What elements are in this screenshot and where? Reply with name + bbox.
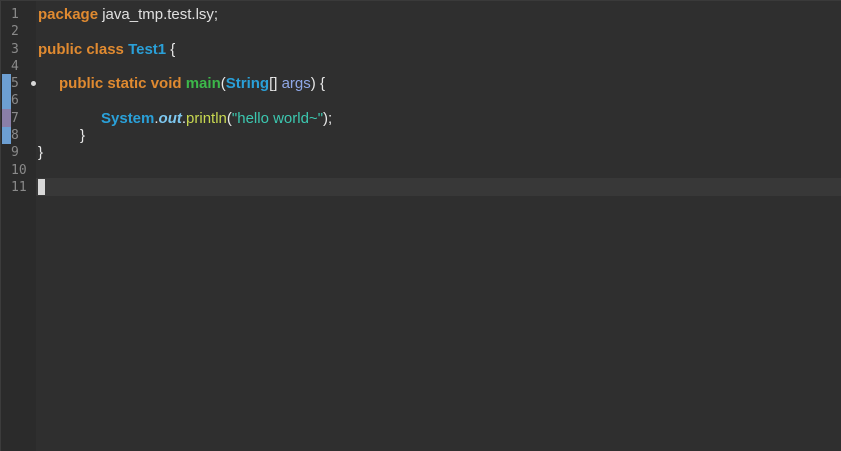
current-line-highlight xyxy=(36,178,841,196)
code-line-1[interactable]: package java_tmp.test.lsy; xyxy=(38,6,218,23)
array-brackets: [] xyxy=(269,75,282,92)
code-line-3[interactable]: public class Test1 { xyxy=(38,41,175,58)
code-line-7[interactable]: System.out.println("hello world~"); xyxy=(101,110,332,127)
line-number: 1 xyxy=(11,7,19,22)
code-editor[interactable]: 1 2 3 4 5 6 7 8 9 10 11 package java_tmp… xyxy=(0,0,841,451)
class-name: System xyxy=(101,110,155,127)
change-marker-added-2 xyxy=(2,127,11,144)
line-number: 10 xyxy=(11,163,27,178)
code-text-area[interactable] xyxy=(36,1,841,451)
static-field: out xyxy=(158,110,182,127)
line-number: 4 xyxy=(11,59,19,74)
line-number: 7 xyxy=(11,111,19,126)
keyword: void xyxy=(150,75,182,92)
line-number: 8 xyxy=(11,128,19,143)
brace: { xyxy=(166,41,176,58)
paren-brace: ) { xyxy=(310,75,325,92)
package-name: java_tmp.test.lsy; xyxy=(98,6,219,23)
paren-semicolon: ); xyxy=(323,110,333,127)
method-name: main xyxy=(185,75,221,92)
code-line-9[interactable]: } xyxy=(38,144,43,161)
keyword: public xyxy=(38,41,83,58)
line-number: 6 xyxy=(11,93,19,108)
class-name: Test1 xyxy=(128,41,167,58)
line-number: 5 xyxy=(11,76,19,91)
method-call: println xyxy=(186,110,227,127)
parameter-name: args xyxy=(281,75,311,92)
change-marker-modified xyxy=(2,109,11,127)
line-number: 11 xyxy=(11,180,27,195)
closing-brace: } xyxy=(38,144,44,161)
line-number-gutter: 1 2 3 4 5 6 7 8 9 10 11 xyxy=(0,1,37,451)
line-number: 2 xyxy=(11,24,19,39)
text-cursor xyxy=(38,179,45,195)
line-number: 3 xyxy=(11,42,19,57)
keyword: class xyxy=(86,41,124,58)
string-literal: "hello world~" xyxy=(231,110,324,127)
closing-brace: } xyxy=(80,127,86,144)
keyword: public xyxy=(59,75,104,92)
line-number: 9 xyxy=(11,145,19,160)
type-name: String xyxy=(225,75,270,92)
code-line-8[interactable]: } xyxy=(80,127,85,144)
keyword: static xyxy=(107,75,147,92)
code-line-5[interactable]: public static void main(String[] args) { xyxy=(59,75,325,92)
keyword: package xyxy=(38,6,99,23)
